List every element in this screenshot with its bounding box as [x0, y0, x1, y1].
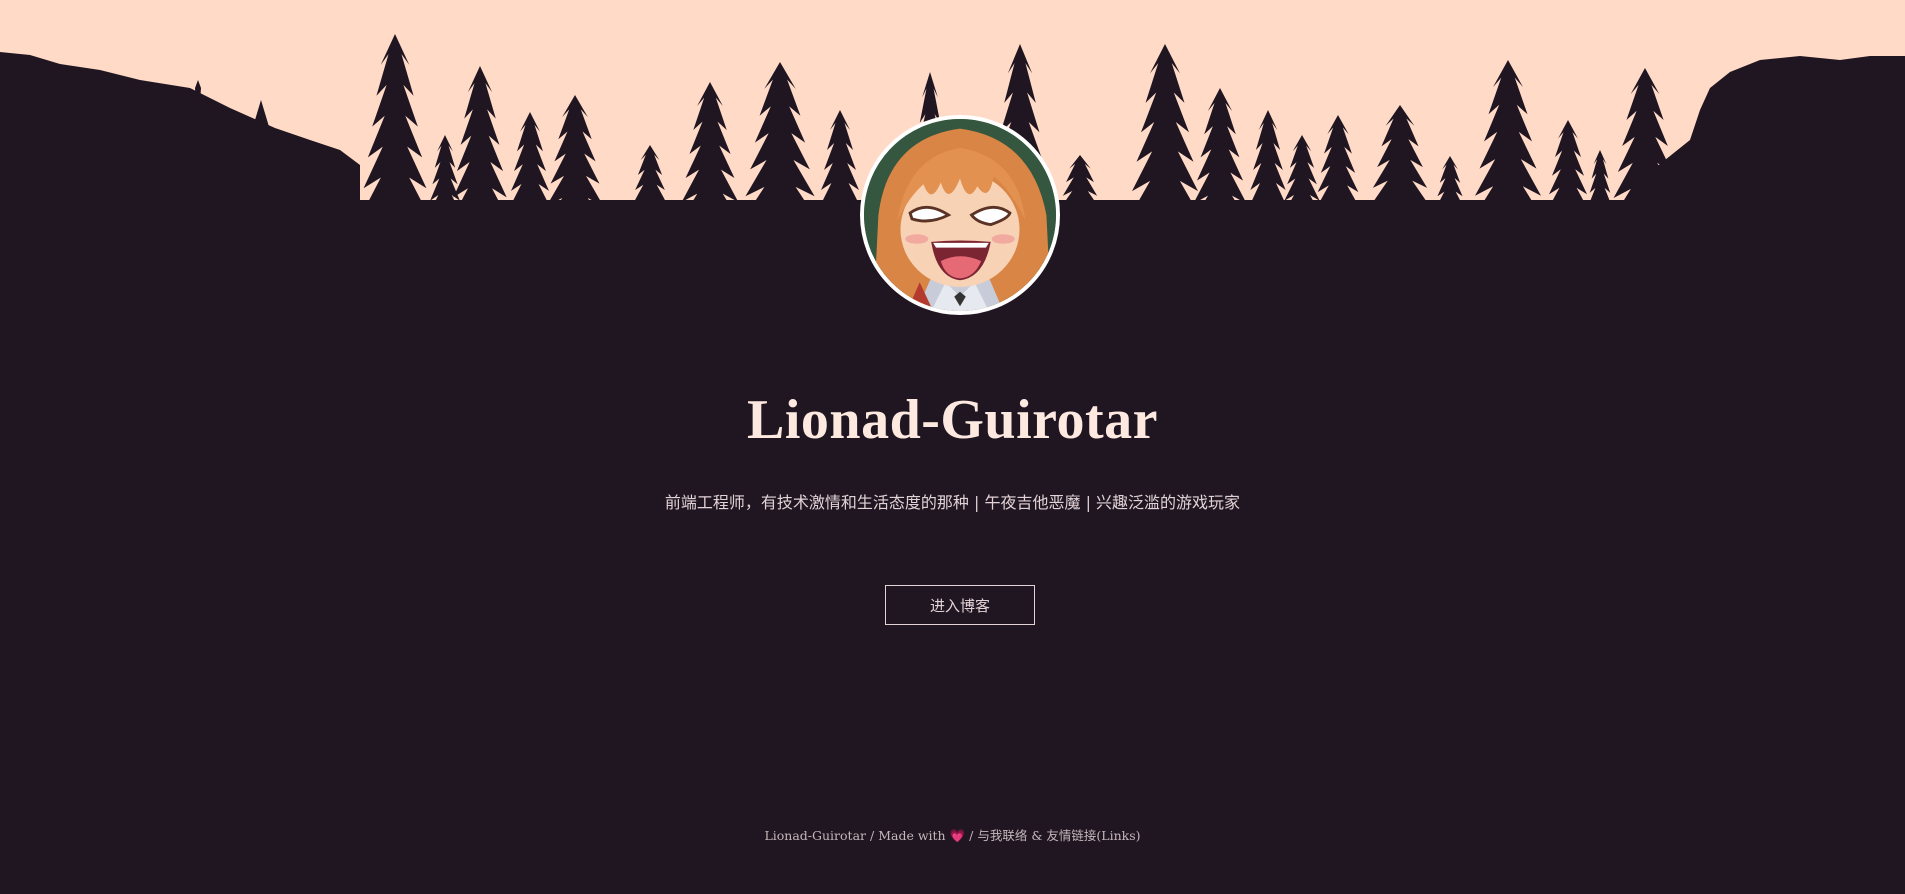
footer-author: Lionad-Guirotar	[764, 828, 867, 843]
footer-made-with: Made with	[878, 828, 946, 843]
footer: Lionad-Guirotar / Made with 💗 / 与我联络 & 友…	[0, 826, 1905, 846]
enter-blog-button[interactable]: 进入博客	[885, 585, 1035, 625]
profile-tagline: 前端工程师，有技术激情和生活态度的那种 | 午夜吉他恶魔 | 兴趣泛滥的游戏玩家	[664, 493, 1241, 512]
avatar[interactable]	[860, 115, 1060, 315]
page-title: Lionad-Guirotar	[747, 389, 1158, 451]
heart-icon: 💗	[949, 828, 966, 843]
contact-links-link[interactable]: 与我联络 & 友情链接(Links)	[977, 828, 1140, 843]
landing-page: Lionad-Guirotar 前端工程师，有技术激情和生活态度的那种 | 午夜…	[0, 0, 1905, 894]
anime-girl-avatar-icon	[864, 119, 1056, 311]
footer-separator: /	[870, 828, 875, 843]
footer-separator: /	[969, 828, 974, 843]
